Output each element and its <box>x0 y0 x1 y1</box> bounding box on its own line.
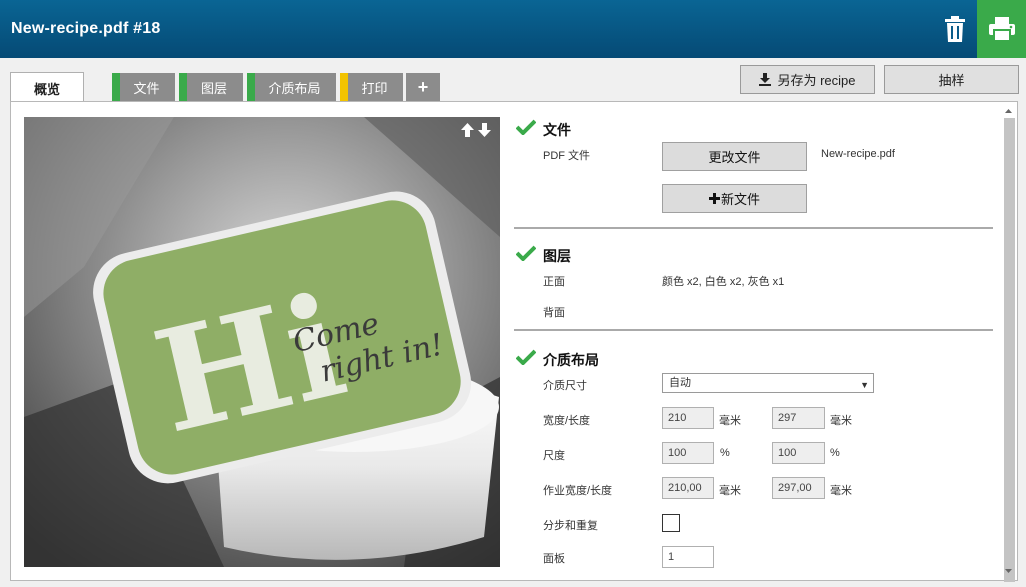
download-icon <box>759 73 772 86</box>
plus-icon: + <box>417 77 429 97</box>
job-width-input[interactable] <box>662 477 714 499</box>
preview-reorder-arrows <box>461 123 493 139</box>
sample-button[interactable]: 抽样 <box>884 65 1019 94</box>
length-input[interactable] <box>772 407 825 429</box>
printer-icon <box>988 17 1015 41</box>
panels-label: 面板 <box>543 553 565 565</box>
save-as-recipe-label: 另存为 recipe <box>777 73 856 88</box>
unit-mm: 毫米 <box>719 485 741 497</box>
back-label: 背面 <box>543 307 565 319</box>
section-divider <box>514 227 993 229</box>
tab-overview[interactable]: 概览 <box>10 72 84 103</box>
tab-file[interactable]: 文件 <box>112 73 175 102</box>
new-file-button[interactable]: 新文件 <box>662 184 807 213</box>
vertical-scrollbar[interactable] <box>1001 106 1016 582</box>
scale-x-input[interactable] <box>662 442 714 464</box>
width-length-label: 宽度/长度 <box>543 415 591 427</box>
check-icon <box>516 119 536 135</box>
tab-layers[interactable]: 图层 <box>179 73 243 102</box>
section-layers-title: 图层 <box>543 248 571 264</box>
width-input[interactable] <box>662 407 714 429</box>
scale-y-input[interactable] <box>772 442 825 464</box>
tab-print-label: 打印 <box>361 81 388 96</box>
unit-mm: 毫米 <box>830 415 852 427</box>
tab-file-label: 文件 <box>133 81 160 96</box>
section-media-title: 介质布局 <box>543 352 599 368</box>
check-icon <box>516 349 536 365</box>
new-file-label: 新文件 <box>720 192 760 207</box>
window-title: New-recipe.pdf #18 <box>11 20 161 37</box>
plus-icon <box>708 193 720 204</box>
change-file-label: 更改文件 <box>708 150 761 165</box>
tab-status-stripe <box>112 73 120 102</box>
delete-button[interactable] <box>934 8 976 50</box>
tab-status-stripe <box>340 73 348 102</box>
media-size-value: 自动 <box>669 377 691 389</box>
front-value: 颜色 x2, 白色 x2, 灰色 x1 <box>662 276 785 288</box>
step-repeat-checkbox[interactable] <box>662 514 680 532</box>
section-divider <box>514 329 993 331</box>
add-tab-button[interactable]: + <box>406 73 440 102</box>
front-label: 正面 <box>543 276 565 288</box>
pdf-file-label: PDF 文件 <box>543 150 591 162</box>
title-bar: New-recipe.pdf #18 <box>0 0 1026 58</box>
media-size-select[interactable]: 自动 ▼ <box>662 373 874 393</box>
unit-percent: % <box>720 447 730 459</box>
unit-mm: 毫米 <box>830 485 852 497</box>
print-button[interactable] <box>977 0 1026 58</box>
scroll-up-icon[interactable] <box>1001 106 1016 114</box>
arrow-down-icon[interactable] <box>478 123 491 137</box>
scrollbar-thumb[interactable] <box>1004 118 1015 582</box>
save-as-recipe-button[interactable]: 另存为 recipe <box>740 65 875 94</box>
preview-image: Hi Come right in! <box>24 117 500 567</box>
tab-layers-label: 图层 <box>200 81 227 96</box>
chevron-down-icon: ▼ <box>860 380 869 390</box>
tab-status-stripe <box>247 73 255 102</box>
trash-icon <box>945 16 965 42</box>
tab-status-stripe <box>179 73 187 102</box>
job-length-input[interactable] <box>772 477 825 499</box>
preview-artwork: Hi Come right in! <box>24 117 500 567</box>
pdf-filename: New-recipe.pdf <box>821 148 895 160</box>
scale-label: 尺度 <box>543 450 565 462</box>
panels-input[interactable] <box>662 546 714 568</box>
step-repeat-label: 分步和重复 <box>543 520 598 532</box>
check-icon <box>516 245 536 261</box>
job-size-label: 作业宽度/长度 <box>543 485 613 497</box>
arrow-up-icon[interactable] <box>461 123 474 137</box>
sample-label: 抽样 <box>938 73 965 88</box>
tab-print[interactable]: 打印 <box>340 73 403 102</box>
scroll-down-icon[interactable] <box>1001 568 1016 576</box>
tab-overview-label: 概览 <box>33 81 60 97</box>
media-size-label: 介质尺寸 <box>543 380 587 392</box>
unit-percent: % <box>830 447 840 459</box>
section-file-title: 文件 <box>543 122 571 138</box>
tab-media-layout-label: 介质布局 <box>268 81 321 96</box>
unit-mm: 毫米 <box>719 415 741 427</box>
tab-media-layout[interactable]: 介质布局 <box>247 73 336 102</box>
change-file-button[interactable]: 更改文件 <box>662 142 807 171</box>
